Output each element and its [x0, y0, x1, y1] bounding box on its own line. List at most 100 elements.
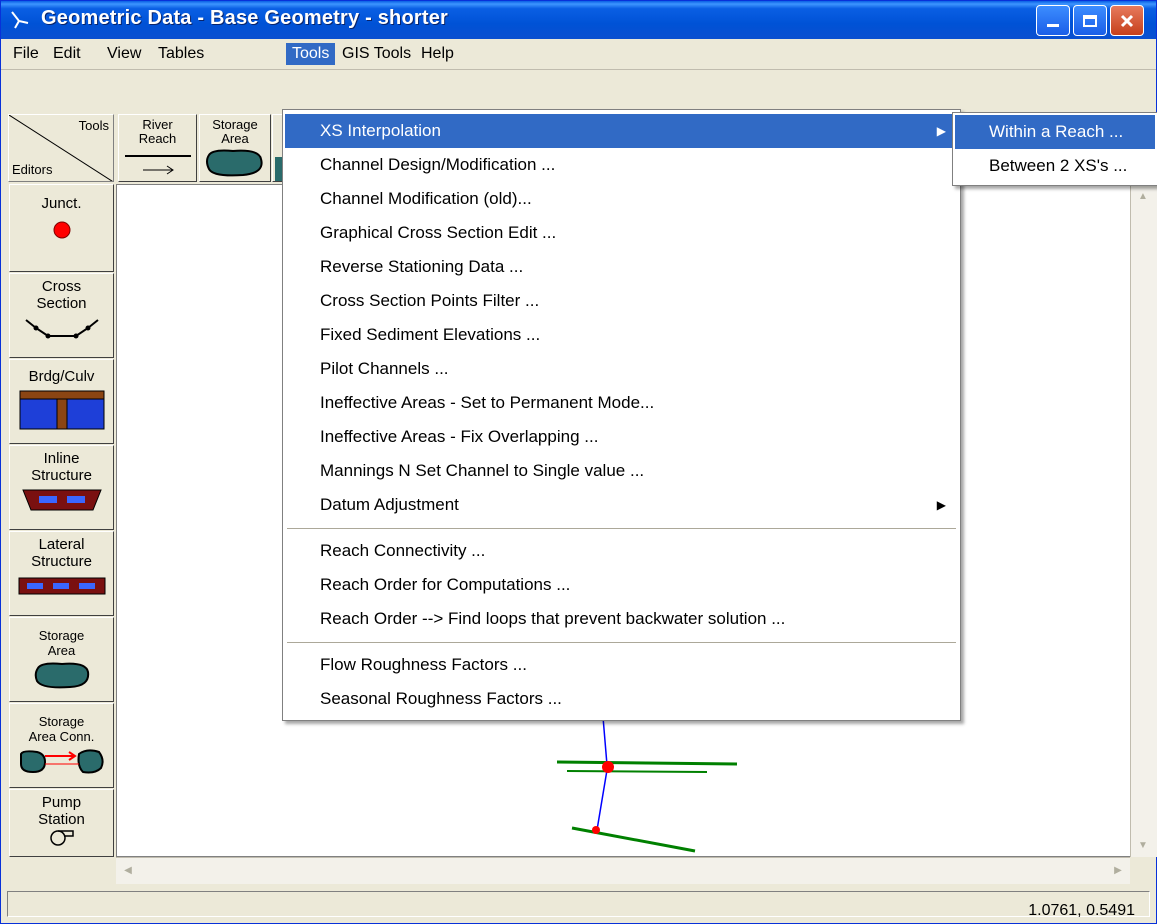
menu-item-reach-connectivity[interactable]: Reach Connectivity ...	[285, 534, 958, 568]
maximize-button[interactable]	[1073, 5, 1107, 36]
menu-item-label: Seasonal Roughness Factors ...	[320, 689, 562, 708]
scroll-down-arrow[interactable]: ▼	[1131, 833, 1155, 857]
menu-item-label: Channel Design/Modification ...	[320, 155, 556, 174]
menu-item-ineffective-overlap[interactable]: Ineffective Areas - Fix Overlapping ...	[285, 420, 958, 454]
menu-tables[interactable]: Tables	[152, 43, 210, 65]
tools-dropdown-menu: XS Interpolation ▶ Channel Design/Modifi…	[282, 109, 961, 721]
menu-item-within-a-reach[interactable]: Within a Reach ...	[955, 115, 1155, 149]
menu-gis-tools[interactable]: GIS Tools	[336, 43, 417, 65]
menu-item-label: Reach Connectivity ...	[320, 541, 486, 560]
menu-item-xs-interpolation[interactable]: XS Interpolation ▶	[285, 114, 958, 148]
bridge-icon	[19, 390, 104, 430]
menu-edit[interactable]: Edit	[47, 43, 87, 65]
menu-item-channel-design[interactable]: Channel Design/Modification ...	[285, 148, 958, 182]
menu-item-label: Pilot Channels ...	[320, 359, 449, 378]
scroll-left-arrow[interactable]: ◀	[116, 858, 140, 882]
menu-item-flow-roughness[interactable]: Flow Roughness Factors ...	[285, 648, 958, 682]
minimize-icon	[1047, 24, 1059, 27]
scroll-right-arrow[interactable]: ▶	[1106, 858, 1130, 882]
horizontal-scrollbar[interactable]: ◀ ▶	[116, 857, 1130, 884]
storage-area-tool[interactable]: Storage Area	[199, 114, 271, 182]
editors-label: Editors	[12, 162, 53, 177]
tools-editors-toggle[interactable]: Tools Editors	[8, 114, 114, 182]
inline-structure-editor-button[interactable]: Inline Structure	[9, 445, 114, 530]
bridge-culvert-editor-label: Brdg/Culv	[28, 368, 95, 385]
menu-help[interactable]: Help	[415, 43, 460, 65]
toolbar-overflow-item[interactable]	[272, 114, 283, 182]
menu-item-label: Reach Order --> Find loops that prevent …	[320, 609, 786, 628]
cursor-coordinates: 1.0761, 0.5491	[1028, 902, 1135, 919]
title-bar[interactable]: Geometric Data - Base Geometry - shorter	[1, 1, 1156, 39]
menu-item-reach-order-loops[interactable]: Reach Order --> Find loops that prevent …	[285, 602, 958, 636]
menu-view[interactable]: View	[101, 43, 147, 65]
junction-editor-button[interactable]: Junct.	[9, 184, 114, 272]
storage-area-editor-button[interactable]: Storage Area	[9, 617, 114, 702]
close-button[interactable]	[1110, 5, 1144, 36]
cross-section-editor-label: Cross Section	[10, 274, 113, 312]
storage-area-tool-label: Storage Area	[200, 115, 270, 146]
river-reach-icon	[124, 155, 191, 175]
inline-structure-icon	[21, 489, 102, 511]
menu-separator	[287, 642, 956, 644]
junction-marker	[602, 761, 614, 773]
xs-interpolation-submenu: Within a Reach ... Between 2 XS's ...	[952, 112, 1157, 186]
xs-node-marker	[592, 826, 600, 834]
junction-icon	[53, 221, 70, 239]
pump-station-label-line2: Station	[38, 811, 85, 828]
menu-item-fixed-sediment[interactable]: Fixed Sediment Elevations ...	[285, 318, 958, 352]
menu-item-ineffective-permanent[interactable]: Ineffective Areas - Set to Permanent Mod…	[285, 386, 958, 420]
lateral-structure-label-line1: Lateral	[38, 536, 85, 553]
maximize-icon	[1083, 14, 1097, 27]
vertical-scrollbar[interactable]: ▲ ▼	[1130, 184, 1157, 857]
menu-item-label: Ineffective Areas - Fix Overlapping ...	[320, 427, 599, 446]
menu-item-mannings-n[interactable]: Mannings N Set Channel to Single value .…	[285, 454, 958, 488]
storage-area-connection-editor-button[interactable]: Storage Area Conn.	[9, 703, 114, 788]
scroll-up-arrow[interactable]: ▲	[1131, 184, 1155, 208]
window-title: Geometric Data - Base Geometry - shorter	[41, 7, 449, 29]
storage-area-label-line1: Storage	[38, 628, 85, 643]
submenu-arrow-icon: ▶	[936, 498, 946, 512]
storage-area-tool-label-line2: Area	[221, 131, 249, 146]
inline-structure-label-line2: Structure	[31, 467, 92, 484]
menu-item-label: Between 2 XS's ...	[989, 156, 1128, 175]
lateral-structure-label-line2: Structure	[31, 553, 92, 570]
geometric-data-window: Geometric Data - Base Geometry - shorter…	[0, 0, 1157, 924]
bridge-culvert-editor-button[interactable]: Brdg/Culv	[9, 359, 114, 444]
lateral-structure-editor-button[interactable]: Lateral Structure	[9, 531, 114, 616]
lateral-structure-icon	[18, 577, 105, 595]
menu-item-pilot-channels[interactable]: Pilot Channels ...	[285, 352, 958, 386]
minimize-button[interactable]	[1036, 5, 1070, 36]
hec-ras-app-icon	[11, 11, 29, 29]
menu-item-graphical-xs-edit[interactable]: Graphical Cross Section Edit ...	[285, 216, 958, 250]
pump-station-editor-label: Pump Station	[10, 790, 113, 828]
cross-section-editor-button[interactable]: Cross Section	[9, 273, 114, 358]
menu-item-label: Flow Roughness Factors ...	[320, 655, 527, 674]
menu-item-between-2-xs[interactable]: Between 2 XS's ...	[955, 149, 1155, 183]
menu-item-channel-modification-old[interactable]: Channel Modification (old)...	[285, 182, 958, 216]
menu-item-reverse-stationing[interactable]: Reverse Stationing Data ...	[285, 250, 958, 284]
cross-section-line	[571, 826, 696, 853]
menu-item-label: Fixed Sediment Elevations ...	[320, 325, 541, 344]
submenu-arrow-icon: ▶	[936, 124, 946, 138]
river-reach-line-lower	[596, 769, 608, 831]
pump-station-label-line1: Pump	[41, 794, 82, 811]
storage-area-conn-label-line2: Area Conn.	[28, 729, 95, 744]
menu-item-reach-order[interactable]: Reach Order for Computations ...	[285, 568, 958, 602]
menu-item-label: Mannings N Set Channel to Single value .…	[320, 461, 645, 480]
menu-separator	[287, 528, 956, 530]
cross-section-line	[566, 770, 708, 773]
cross-section-line	[556, 760, 738, 766]
menu-item-xs-points-filter[interactable]: Cross Section Points Filter ...	[285, 284, 958, 318]
lateral-structure-editor-label: Lateral Structure	[10, 532, 113, 570]
river-reach-tool[interactable]: River Reach	[118, 114, 197, 182]
pump-station-editor-button[interactable]: Pump Station	[9, 789, 114, 857]
storage-area-conn-label-line1: Storage	[38, 714, 85, 729]
menu-file[interactable]: File	[7, 43, 45, 65]
menu-item-label: Reach Order for Computations ...	[320, 575, 571, 594]
close-icon	[1120, 14, 1134, 27]
menu-item-label: Datum Adjustment	[320, 495, 459, 514]
menu-item-seasonal-roughness[interactable]: Seasonal Roughness Factors ...	[285, 682, 958, 716]
menu-item-datum-adjustment[interactable]: Datum Adjustment ▶	[285, 488, 958, 522]
menu-tools[interactable]: Tools	[286, 43, 336, 65]
menu-item-label: Channel Modification (old)...	[320, 189, 532, 208]
